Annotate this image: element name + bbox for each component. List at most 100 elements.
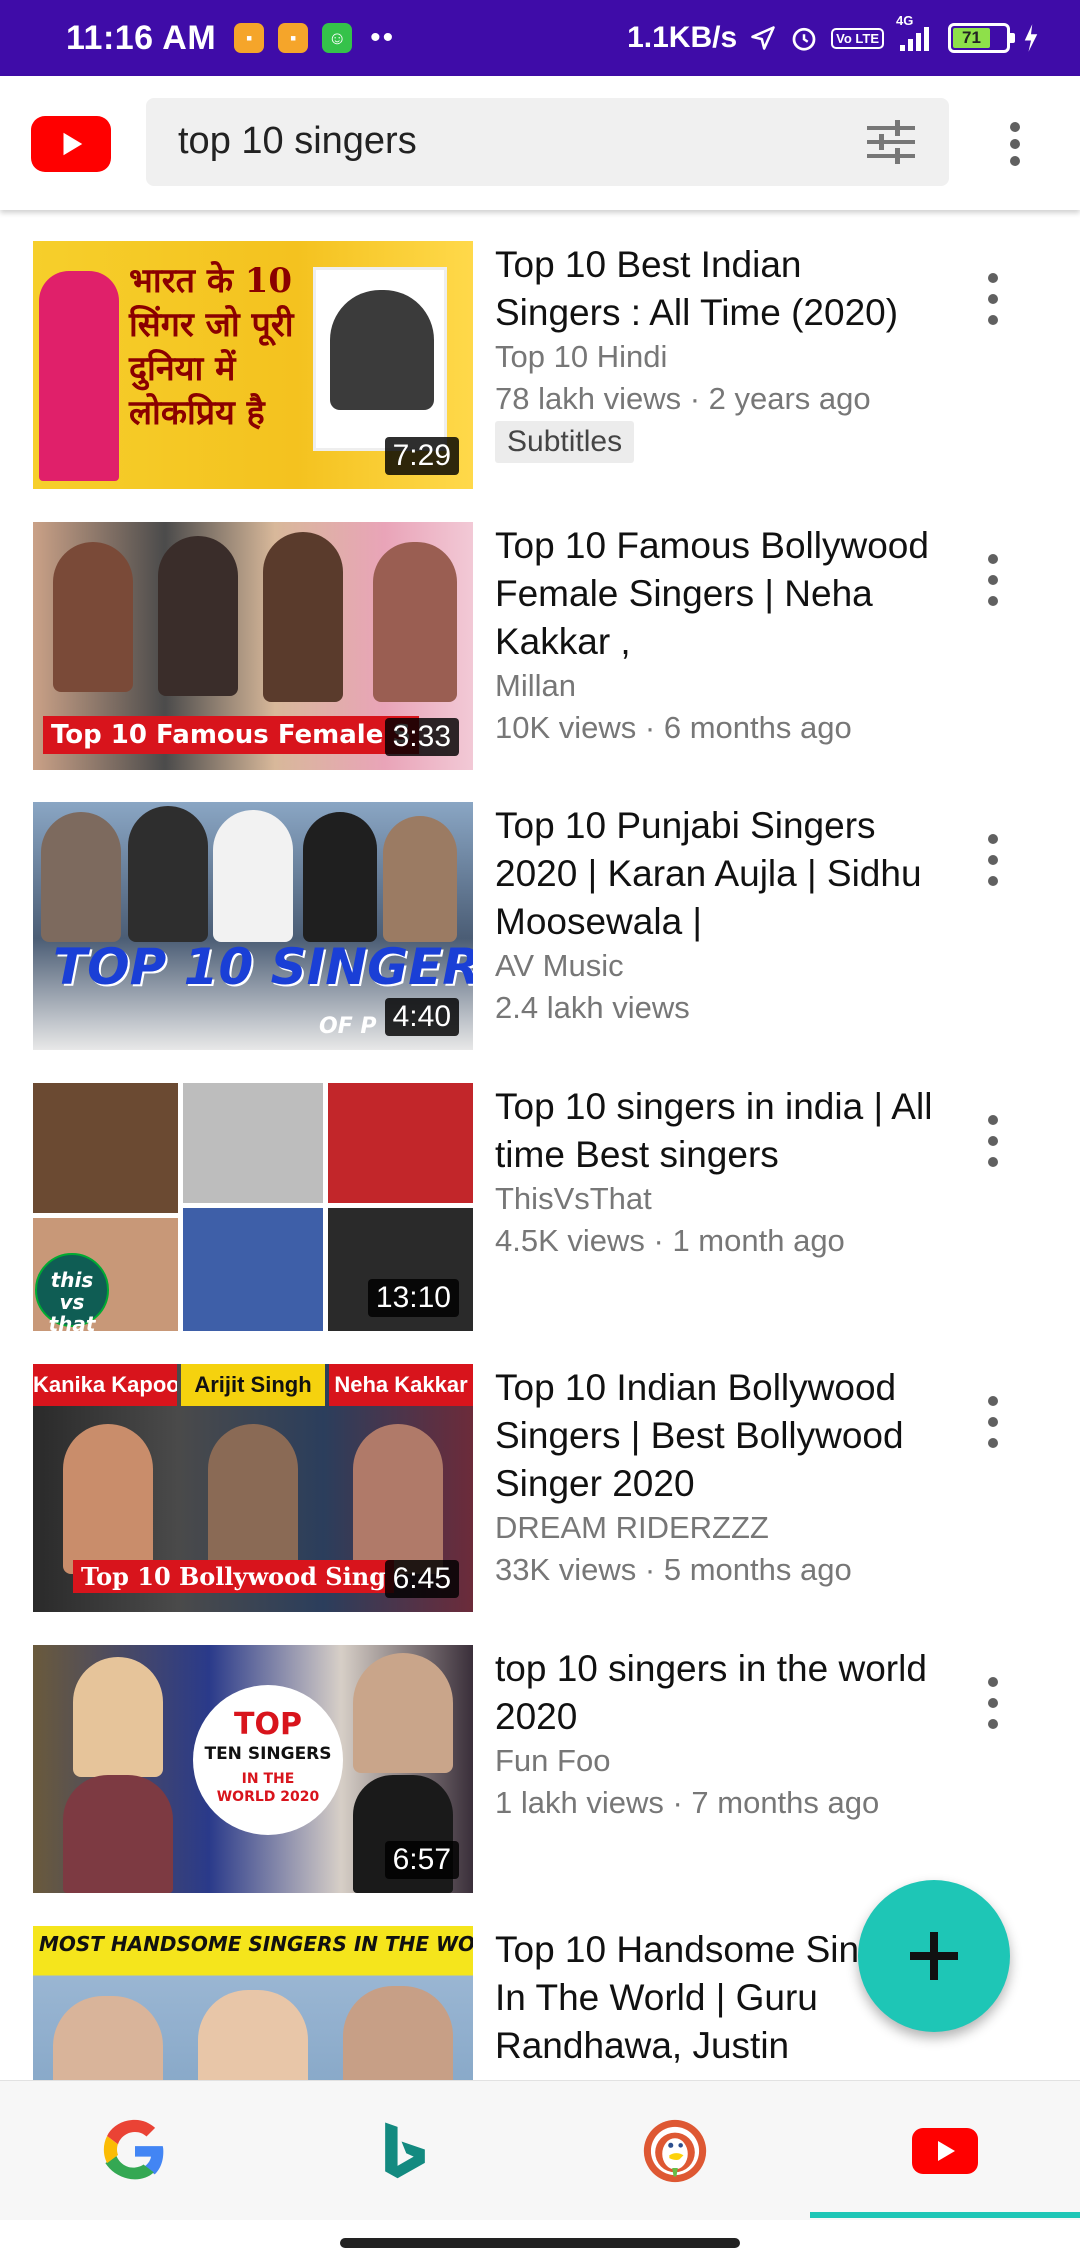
thumbnail-label: Arijit Singh	[181, 1364, 325, 1406]
more-vert-icon[interactable]	[990, 116, 1040, 172]
net-speed: 1.1KB/s	[627, 21, 738, 54]
thumbnail-person	[158, 536, 238, 696]
thumbnail-panel	[183, 1208, 323, 1331]
video-duration: 6:45	[384, 1560, 459, 1598]
video-title[interactable]: Top 10 Famous Bollywood Female Singers |…	[495, 522, 935, 666]
thumbnail-caption: Top 10 Bollywood Sing	[73, 1560, 394, 1593]
thumbnail-person	[198, 1990, 308, 2080]
nav-item-duckduckgo[interactable]	[540, 2081, 810, 2220]
video-thumbnail[interactable]: TOP TEN SINGERS IN THE WORLD 2020 6:57	[33, 1645, 473, 1893]
thumbnail-badge: TOP TEN SINGERS IN THE WORLD 2020	[193, 1685, 343, 1835]
video-meta: 1 lakh views · 7 months ago	[495, 1785, 880, 1820]
video-result[interactable]: TOP TEN SINGERS IN THE WORLD 2020 6:57 t…	[0, 1645, 1080, 1895]
video-thumbnail[interactable]: this vs that 13:10	[33, 1083, 473, 1331]
bing-icon	[385, 2121, 425, 2178]
google-icon	[103, 2119, 164, 2179]
battery-level: 71	[953, 28, 990, 48]
video-meta: 33K views · 5 months ago	[495, 1552, 852, 1587]
nav-item-google[interactable]	[0, 2081, 270, 2220]
home-indicator[interactable]	[340, 2238, 740, 2248]
video-result[interactable]: Kanika Kapoor Arijit Singh Neha Kakkar T…	[0, 1364, 1080, 1614]
add-fab-button[interactable]	[858, 1880, 1010, 2032]
video-result[interactable]: Top 10 Famous Female S 3:33 Top 10 Famou…	[0, 522, 1080, 772]
thumbnail-person	[73, 1657, 163, 1777]
thumbnail-caption: TEN SINGERS	[204, 1744, 332, 1764]
more-vert-icon[interactable]	[978, 1113, 1008, 1169]
thumbnail-channel-logo: this vs that	[35, 1253, 109, 1331]
video-thumbnail[interactable]: Top 10 Famous Female S 3:33	[33, 522, 473, 770]
network-type: 4G	[896, 13, 914, 28]
video-duration: 6:57	[384, 1841, 459, 1879]
duckduckgo-icon	[643, 2119, 707, 2182]
thumbnail-person	[41, 812, 121, 942]
video-result[interactable]: भारत के 10 सिंगर जो पूरी दुनिया में लोकप…	[0, 241, 1080, 491]
thumbnail-person	[343, 1986, 453, 2080]
location-icon	[749, 24, 777, 52]
video-meta: 78 lakh views · 2 years ago	[495, 381, 871, 416]
video-thumbnail[interactable]: TOP 10 SINGER OF P 4:40	[33, 802, 473, 1050]
thumbnail-person	[63, 1775, 173, 1893]
notification-app-icon: ▪	[278, 23, 309, 53]
channel-name[interactable]: Fun Foo	[495, 1743, 610, 1779]
thumbnail-panel	[328, 1083, 473, 1203]
search-input[interactable]: top 10 singers	[146, 98, 949, 186]
video-result[interactable]: TOP 10 SINGER OF P 4:40 Top 10 Punjabi S…	[0, 802, 1080, 1052]
search-query: top 10 singers	[178, 120, 417, 162]
channel-name[interactable]: AV Music	[495, 948, 624, 984]
results-list: भारत के 10 सिंगर जो पूरी दुनिया में लोकप…	[0, 210, 1080, 2080]
notification-android-icon: ☺	[322, 23, 353, 53]
video-title[interactable]: Top 10 Punjabi Singers 2020 | Karan Aujl…	[495, 802, 935, 946]
channel-name[interactable]: Top 10 Hindi	[495, 339, 667, 375]
thumbnail-panel	[33, 1083, 178, 1213]
more-vert-icon[interactable]	[978, 832, 1008, 888]
video-thumbnail[interactable]: MOST HANDSOME SINGERS IN THE WORLD	[33, 1926, 473, 2080]
youtube-logo-icon[interactable]	[31, 116, 111, 172]
thumbnail-person	[213, 810, 293, 942]
thumbnail-person	[383, 816, 457, 942]
video-title[interactable]: Top 10 singers in india | All time Best …	[495, 1083, 935, 1179]
thumbnail-person	[63, 1424, 153, 1574]
thumbnail-person	[373, 542, 457, 702]
more-vert-icon[interactable]	[978, 552, 1008, 608]
nav-item-bing[interactable]	[270, 2081, 540, 2220]
thumbnail-subcaption: OF P	[319, 1014, 377, 1039]
alarm-icon	[789, 23, 819, 53]
thumbnail-caption: TOP 10 SINGER	[53, 938, 473, 996]
video-meta: 2.4 lakh views	[495, 990, 690, 1025]
thumbnail-caption: IN THE WORLD 2020	[216, 1771, 320, 1805]
video-thumbnail[interactable]: Kanika Kapoor Arijit Singh Neha Kakkar T…	[33, 1364, 473, 1612]
thumbnail-label: Neha Kakkar	[329, 1364, 473, 1406]
channel-name[interactable]: DREAM RIDERZZZ	[495, 1510, 769, 1546]
status-time: 11:16 AM	[66, 18, 217, 57]
more-vert-icon[interactable]	[978, 1394, 1008, 1450]
thumbnail-panel	[183, 1083, 323, 1203]
thumbnail-label: Kanika Kapoor	[33, 1364, 177, 1406]
more-notifications-icon: ••	[370, 21, 396, 54]
channel-name[interactable]: ThisVsThat	[495, 1181, 652, 1217]
video-title[interactable]: Top 10 Best Indian Singers : All Time (2…	[495, 241, 935, 337]
thumbnail-inset-photo	[313, 267, 447, 451]
more-vert-icon[interactable]	[978, 1675, 1008, 1731]
more-vert-icon[interactable]	[978, 271, 1008, 327]
nav-item-youtube[interactable]	[810, 2081, 1080, 2220]
video-meta: 4.5K views · 1 month ago	[495, 1223, 845, 1258]
thumbnail-person	[53, 542, 133, 692]
video-meta: 10K views · 6 months ago	[495, 710, 852, 745]
charging-icon	[1022, 23, 1040, 53]
thumbnail-person	[353, 1653, 453, 1773]
status-bar: 11:16 AM ▪ ▪ ☺ •• 1.1KB/s Vo LTE 4G 71	[0, 0, 1080, 76]
video-duration: 13:10	[367, 1279, 459, 1317]
signal-icon: 4G	[896, 13, 936, 53]
video-title[interactable]: top 10 singers in the world 2020	[495, 1645, 935, 1741]
video-thumbnail[interactable]: भारत के 10 सिंगर जो पूरी दुनिया में लोकप…	[33, 241, 473, 489]
video-duration: 7:29	[384, 437, 459, 475]
thumbnail-person	[128, 806, 208, 942]
video-result[interactable]: this vs that 13:10 Top 10 singers in ind…	[0, 1083, 1080, 1333]
thumbnail-person	[208, 1424, 298, 1574]
plus-icon	[910, 1932, 958, 1980]
youtube-icon	[912, 2127, 978, 2174]
filter-sliders-icon[interactable]	[865, 118, 917, 166]
thumbnail-caption: MOST HANDSOME SINGERS IN THE WORLD	[39, 1932, 473, 1956]
video-title[interactable]: Top 10 Indian Bollywood Singers | Best B…	[495, 1364, 935, 1508]
channel-name[interactable]: Millan	[495, 668, 576, 704]
